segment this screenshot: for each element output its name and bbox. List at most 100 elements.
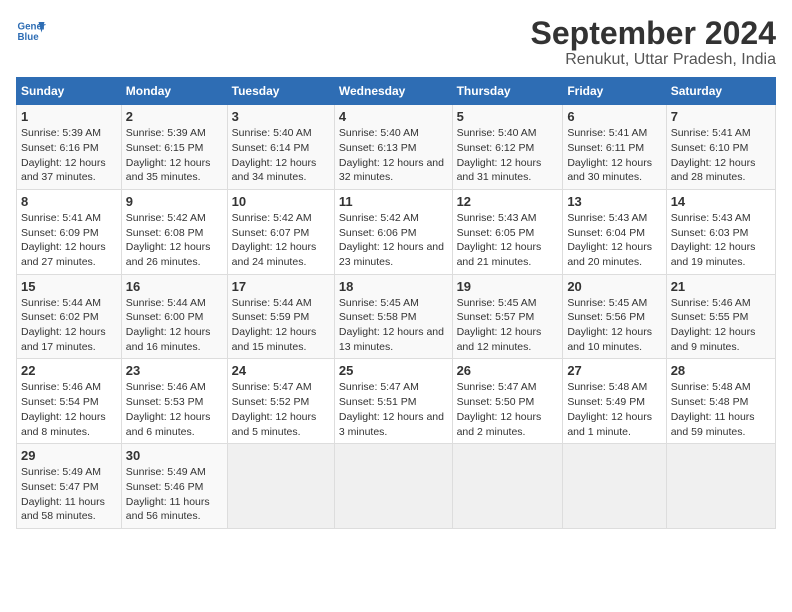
calendar-week-row: 22 Sunrise: 5:46 AMSunset: 5:54 PMDayligh… [17,359,776,444]
day-number: 23 [126,363,223,378]
weekday-header-thursday: Thursday [452,78,563,105]
calendar-day-cell: 11 Sunrise: 5:42 AMSunset: 6:06 PMDayligh… [334,189,452,274]
calendar-day-cell: 7Sunrise: 5:41 AMSunset: 6:10 PMDaylight… [666,105,775,190]
calendar-week-row: 1 Sunrise: 5:39 AMSunset: 6:16 PMDaylight… [17,105,776,190]
day-number: 13 [567,194,661,209]
day-number: 10 [232,194,330,209]
day-number: 15 [21,279,117,294]
location-subtitle: Renukut, Uttar Pradesh, India [531,51,776,69]
day-number: 12 [457,194,559,209]
calendar-day-cell: 16 Sunrise: 5:44 AMSunset: 6:00 PMDayligh… [121,274,227,359]
calendar-day-cell: 15 Sunrise: 5:44 AMSunset: 6:02 PMDayligh… [17,274,122,359]
day-number: 25 [339,363,448,378]
calendar-day-cell: 9 Sunrise: 5:42 AMSunset: 6:08 PMDaylight… [121,189,227,274]
day-info: Sunrise: 5:39 AMSunset: 6:16 PMDaylight:… [21,126,117,185]
day-info: Sunrise: 5:42 AMSunset: 6:07 PMDaylight:… [232,211,330,270]
day-info: Sunrise: 5:48 AMSunset: 5:48 PMDaylight:… [671,380,771,439]
day-info: Sunrise: 5:41 AMSunset: 6:09 PMDaylight:… [21,211,117,270]
calendar-day-cell: 10 Sunrise: 5:42 AMSunset: 6:07 PMDayligh… [227,189,334,274]
day-info: Sunrise: 5:47 AMSunset: 5:50 PMDaylight:… [457,380,559,439]
day-info: Sunrise: 5:43 AMSunset: 6:05 PMDaylight:… [457,211,559,270]
day-number: 26 [457,363,559,378]
day-number: 21 [671,279,771,294]
day-info: Sunrise: 5:45 AMSunset: 5:56 PMDaylight:… [567,296,661,355]
month-year-title: September 2024 [531,16,776,51]
day-info: Sunrise: 5:42 AMSunset: 6:08 PMDaylight:… [126,211,223,270]
page-header: General Blue September 2024 Renukut, Utt… [16,16,776,69]
calendar-day-cell: 6 Sunrise: 5:41 AMSunset: 6:11 PMDaylight… [563,105,666,190]
logo: General Blue [16,16,50,46]
day-info: Sunrise: 5:45 AMSunset: 5:57 PMDaylight:… [457,296,559,355]
calendar-week-row: 8Sunrise: 5:41 AMSunset: 6:09 PMDaylight… [17,189,776,274]
day-number: 30 [126,448,223,463]
calendar-day-cell [563,444,666,529]
day-info: Sunrise: 5:46 AMSunset: 5:54 PMDaylight:… [21,380,117,439]
calendar-day-cell: 29 Sunrise: 5:49 AMSunset: 5:47 PMDayligh… [17,444,122,529]
weekday-header-saturday: Saturday [666,78,775,105]
calendar-day-cell: 23Sunrise: 5:46 AMSunset: 5:53 PMDayligh… [121,359,227,444]
calendar-day-cell: 5Sunrise: 5:40 AMSunset: 6:12 PMDaylight… [452,105,563,190]
day-info: Sunrise: 5:41 AMSunset: 6:11 PMDaylight:… [567,126,661,185]
day-info: Sunrise: 5:49 AMSunset: 5:46 PMDaylight:… [126,465,223,524]
day-info: Sunrise: 5:47 AMSunset: 5:52 PMDaylight:… [232,380,330,439]
weekday-header-row: SundayMondayTuesdayWednesdayThursdayFrid… [17,78,776,105]
svg-text:Blue: Blue [18,32,40,43]
day-info: Sunrise: 5:47 AMSunset: 5:51 PMDaylight:… [339,380,448,439]
calendar-day-cell: 8Sunrise: 5:41 AMSunset: 6:09 PMDaylight… [17,189,122,274]
day-info: Sunrise: 5:42 AMSunset: 6:06 PMDaylight:… [339,211,448,270]
day-number: 29 [21,448,117,463]
day-info: Sunrise: 5:43 AMSunset: 6:03 PMDaylight:… [671,211,771,270]
day-info: Sunrise: 5:41 AMSunset: 6:10 PMDaylight:… [671,126,771,185]
calendar-day-cell: 25 Sunrise: 5:47 AMSunset: 5:51 PMDayligh… [334,359,452,444]
calendar-day-cell: 4 Sunrise: 5:40 AMSunset: 6:13 PMDaylight… [334,105,452,190]
day-number: 5 [457,109,559,124]
calendar-day-cell: 14 Sunrise: 5:43 AMSunset: 6:03 PMDayligh… [666,189,775,274]
day-number: 16 [126,279,223,294]
calendar-day-cell [334,444,452,529]
day-info: Sunrise: 5:44 AMSunset: 6:00 PMDaylight:… [126,296,223,355]
calendar-day-cell [227,444,334,529]
calendar-day-cell: 13 Sunrise: 5:43 AMSunset: 6:04 PMDayligh… [563,189,666,274]
calendar-day-cell: 18 Sunrise: 5:45 AMSunset: 5:58 PMDayligh… [334,274,452,359]
day-info: Sunrise: 5:40 AMSunset: 6:14 PMDaylight:… [232,126,330,185]
calendar-day-cell: 21Sunrise: 5:46 AMSunset: 5:55 PMDayligh… [666,274,775,359]
day-number: 28 [671,363,771,378]
calendar-day-cell [452,444,563,529]
day-number: 4 [339,109,448,124]
calendar-day-cell: 28 Sunrise: 5:48 AMSunset: 5:48 PMDayligh… [666,359,775,444]
weekday-header-tuesday: Tuesday [227,78,334,105]
day-info: Sunrise: 5:44 AMSunset: 5:59 PMDaylight:… [232,296,330,355]
day-number: 24 [232,363,330,378]
day-number: 18 [339,279,448,294]
day-number: 2 [126,109,223,124]
calendar-header: SundayMondayTuesdayWednesdayThursdayFrid… [17,78,776,105]
day-number: 6 [567,109,661,124]
day-info: Sunrise: 5:40 AMSunset: 6:13 PMDaylight:… [339,126,448,185]
day-info: Sunrise: 5:43 AMSunset: 6:04 PMDaylight:… [567,211,661,270]
day-number: 1 [21,109,117,124]
day-number: 9 [126,194,223,209]
day-info: Sunrise: 5:48 AMSunset: 5:49 PMDaylight:… [567,380,661,439]
calendar-day-cell: 24 Sunrise: 5:47 AMSunset: 5:52 PMDayligh… [227,359,334,444]
calendar-day-cell [666,444,775,529]
calendar-day-cell: 30 Sunrise: 5:49 AMSunset: 5:46 PMDayligh… [121,444,227,529]
calendar-body: 1 Sunrise: 5:39 AMSunset: 6:16 PMDaylight… [17,105,776,529]
day-info: Sunrise: 5:44 AMSunset: 6:02 PMDaylight:… [21,296,117,355]
weekday-header-friday: Friday [563,78,666,105]
calendar-day-cell: 3Sunrise: 5:40 AMSunset: 6:14 PMDaylight… [227,105,334,190]
day-number: 11 [339,194,448,209]
calendar-day-cell: 20 Sunrise: 5:45 AMSunset: 5:56 PMDayligh… [563,274,666,359]
day-number: 22 [21,363,117,378]
calendar-day-cell: 2 Sunrise: 5:39 AMSunset: 6:15 PMDaylight… [121,105,227,190]
calendar-week-row: 29 Sunrise: 5:49 AMSunset: 5:47 PMDayligh… [17,444,776,529]
day-number: 19 [457,279,559,294]
day-info: Sunrise: 5:49 AMSunset: 5:47 PMDaylight:… [21,465,117,524]
day-info: Sunrise: 5:45 AMSunset: 5:58 PMDaylight:… [339,296,448,355]
day-info: Sunrise: 5:39 AMSunset: 6:15 PMDaylight:… [126,126,223,185]
calendar-day-cell: 22 Sunrise: 5:46 AMSunset: 5:54 PMDayligh… [17,359,122,444]
day-number: 14 [671,194,771,209]
calendar-day-cell: 17 Sunrise: 5:44 AMSunset: 5:59 PMDayligh… [227,274,334,359]
day-number: 27 [567,363,661,378]
day-number: 20 [567,279,661,294]
day-number: 17 [232,279,330,294]
